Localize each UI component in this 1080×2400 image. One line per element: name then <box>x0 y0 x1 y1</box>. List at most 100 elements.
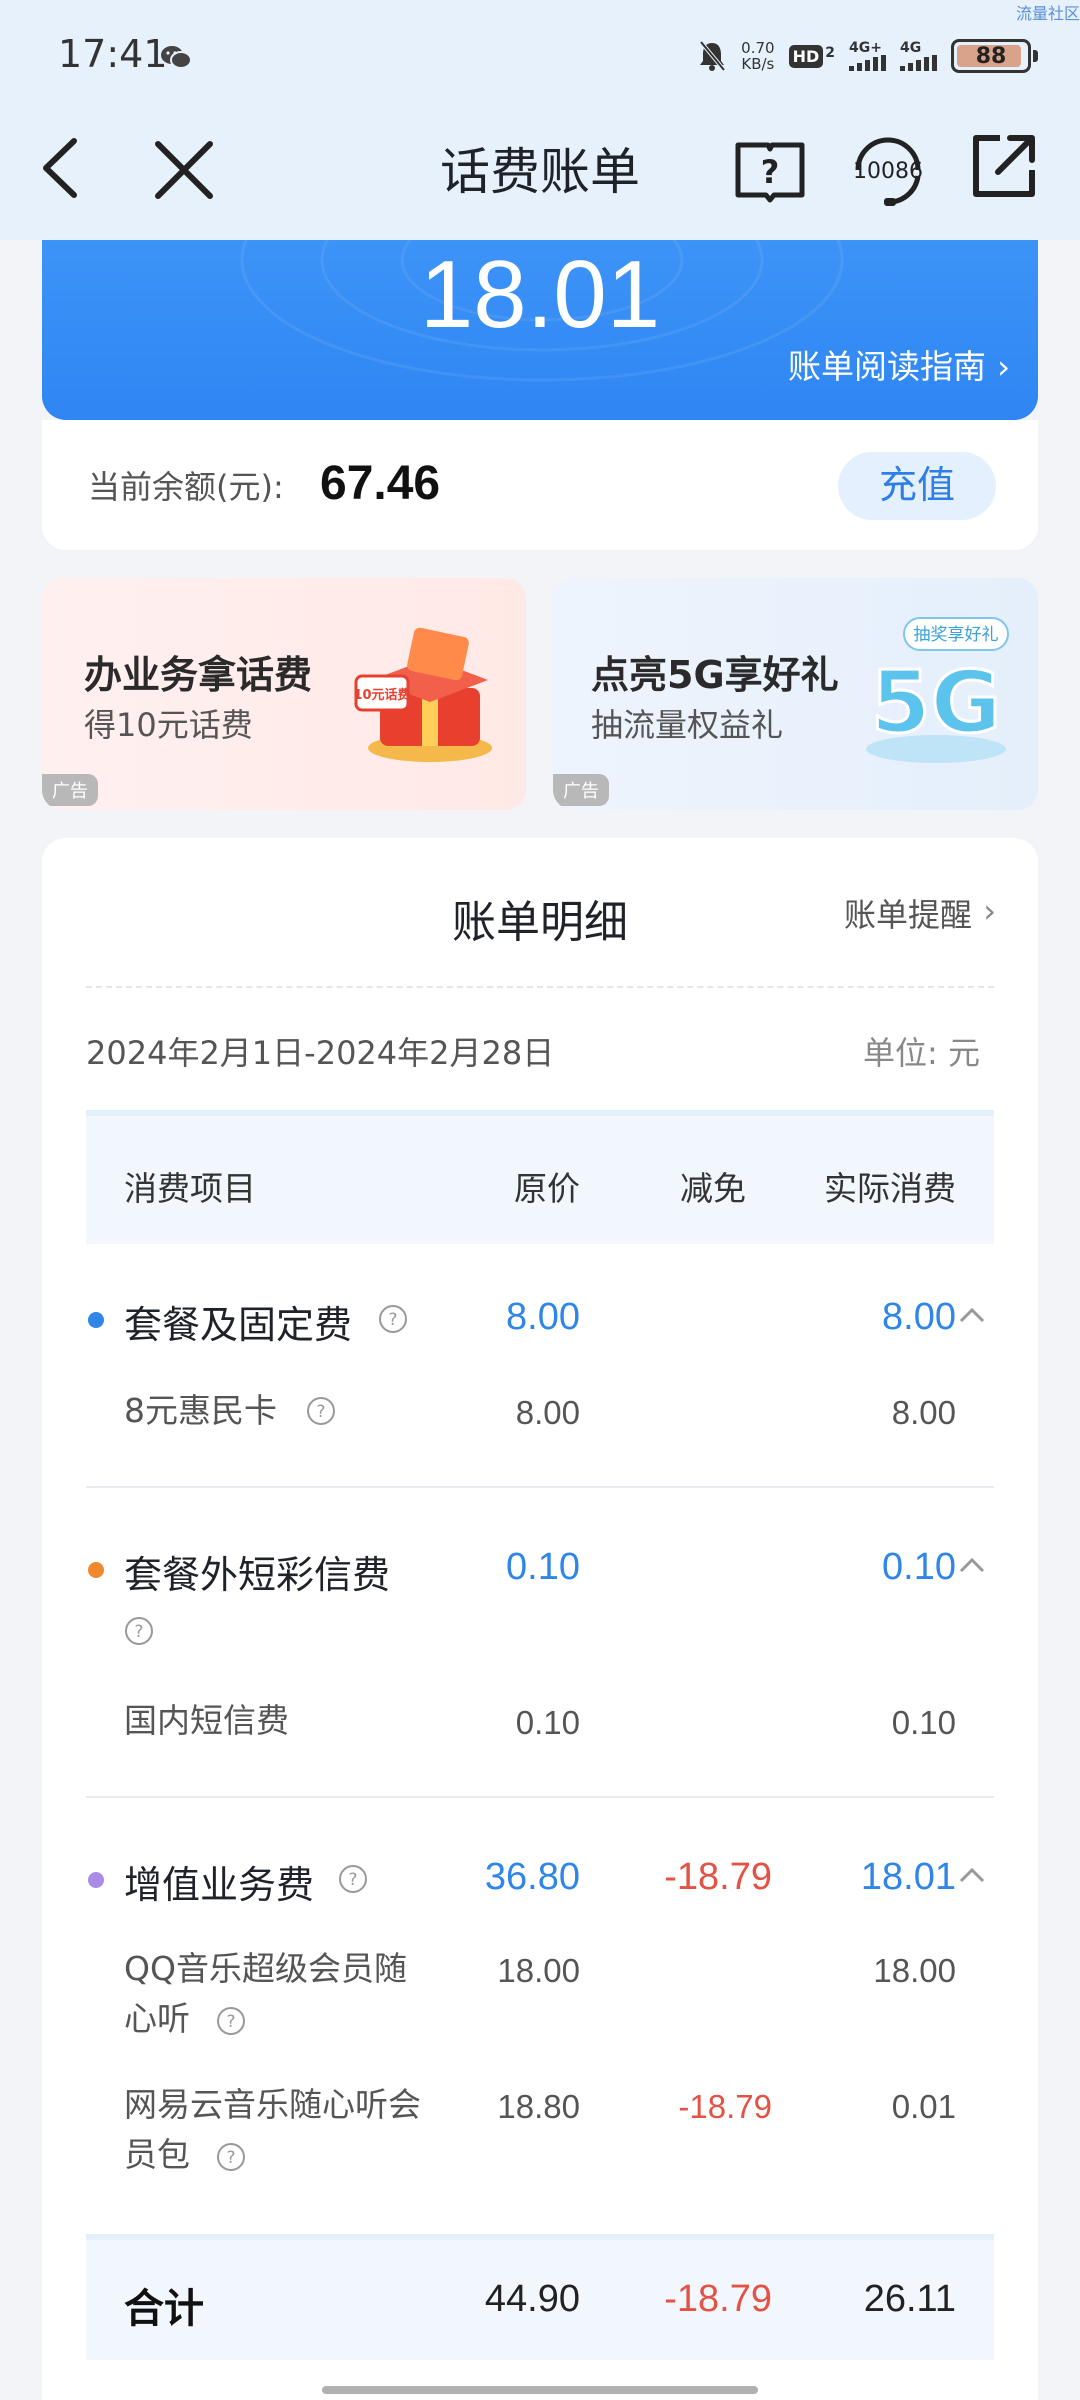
5g-badge-icon: 抽奖享好礼 5G <box>866 617 1009 763</box>
help-icon[interactable]: ? <box>124 1616 154 1646</box>
net-speed-value: 0.70 <box>741 39 775 57</box>
status-bar: 17:41 0.70 KB/s HD 2 4G+ 4G 88 <box>0 0 1080 115</box>
share-icon[interactable] <box>970 132 1038 200</box>
bill-detail-card: 账单明细 账单提醒 › 2024年2月1日-2024年2月28日 单位: 元 消… <box>42 838 1038 2400</box>
item-original: 8.00 <box>515 1394 580 1431</box>
signal-1: 4G+ <box>849 41 886 71</box>
group-dot <box>88 1562 104 1578</box>
net-speed: 0.70 KB/s <box>741 40 774 72</box>
svg-text:?: ? <box>226 2012 235 2032</box>
gift-box-icon: 10元话费 <box>353 627 492 762</box>
bill-remind-link[interactable]: 账单提醒 <box>844 890 972 936</box>
help-icon[interactable]: ? <box>306 1396 336 1426</box>
item-name: QQ音乐超级会员随 心听 <box>124 1944 407 2044</box>
ad-tag: 广告 <box>553 774 609 806</box>
total-actual: 26.11 <box>863 2278 956 2320</box>
svg-text:?: ? <box>761 153 780 191</box>
item-actual: 8.00 <box>891 1394 956 1431</box>
row-divider <box>86 1796 994 1798</box>
group-original: 0.10 <box>506 1546 580 1588</box>
group-original: 8.00 <box>506 1296 580 1338</box>
balance-card: 当前余额(元): 67.46 充值 <box>42 420 1038 550</box>
item-original: 0.10 <box>515 1704 580 1741</box>
table-header: 消费项目 原价 减免 实际消费 <box>86 1110 994 1244</box>
mute-bell-icon <box>699 40 726 72</box>
battery-icon: 88 <box>951 39 1031 73</box>
ad-5g-mark: 5G <box>871 653 1001 753</box>
bill-amount: 18.01 <box>419 241 661 348</box>
group-actual: 0.10 <box>882 1546 956 1588</box>
item-name-line: 网易云音乐随心听会 <box>124 2085 421 2124</box>
svg-text:?: ? <box>348 1870 357 1890</box>
battery-tip <box>1033 50 1038 62</box>
top-bar: 流量社区 17:41 0.70 KB/s HD 2 4G+ 4G 88 话费账单… <box>0 0 1080 240</box>
net-speed-unit: KB/s <box>741 55 775 73</box>
help-book-icon[interactable]: ? <box>734 137 806 203</box>
balance-label: 当前余额(元): <box>88 468 284 506</box>
svg-text:?: ? <box>316 1402 325 1422</box>
help-icon[interactable]: ? <box>216 2006 246 2036</box>
help-icon[interactable]: ? <box>338 1864 368 1894</box>
total-row: 合计 44.90 -18.79 26.11 <box>86 2234 994 2360</box>
item-name: 8元惠民卡 <box>124 1391 277 1430</box>
hd-indicator: HD 2 <box>788 44 835 68</box>
billing-period: 2024年2月1日-2024年2月28日 <box>86 1034 555 1072</box>
ad-tag: 广告 <box>42 774 98 806</box>
battery-level: 88 <box>975 43 1007 69</box>
group-name: 增值业务费 <box>124 1863 315 1907</box>
ad-subtitle: 得10元话费 <box>84 706 253 744</box>
signal-bars-icon <box>849 55 886 71</box>
signal-2: 4G <box>900 41 937 71</box>
column-header: 消费项目 <box>124 1169 256 1208</box>
svg-text:?: ? <box>134 1622 143 1642</box>
help-icon[interactable]: ? <box>216 2142 246 2172</box>
item-name-line: 心听 <box>124 1999 190 2038</box>
wechat-icon <box>161 46 192 69</box>
ad-banner-business[interactable]: 办业务拿话费 得10元话费 10元话费 广告 <box>42 578 526 810</box>
bill-guide-link[interactable]: 账单阅读指南 <box>788 340 986 388</box>
ad-subtitle: 抽流量权益礼 <box>591 706 784 744</box>
chevron-up-icon[interactable] <box>958 1556 986 1574</box>
currency-unit: 单位: 元 <box>863 1034 980 1072</box>
recharge-button[interactable]: 充值 <box>838 452 996 520</box>
item-original: 18.00 <box>497 1952 580 1989</box>
group-dot <box>88 1872 104 1888</box>
item-name-line: QQ音乐超级会员随 <box>124 1949 407 1988</box>
dashed-divider <box>86 986 994 988</box>
chevron-right-icon[interactable]: › <box>983 892 996 930</box>
column-header: 原价 <box>514 1169 580 1208</box>
hd-sub: 2 <box>825 44 835 61</box>
group-dot <box>88 1312 104 1328</box>
group-name: 套餐外短彩信费 <box>124 1553 391 1597</box>
service-number: 10086 <box>853 159 923 184</box>
svg-text:?: ? <box>226 2148 235 2168</box>
balance-value: 67.46 <box>320 457 441 510</box>
ad-banner-5g[interactable]: 点亮5G享好礼 抽流量权益礼 抽奖享好礼 5G 广告 <box>553 578 1038 810</box>
item-name-line: 员包 <box>124 2135 190 2174</box>
chevron-right-icon[interactable]: › <box>997 348 1010 386</box>
customer-service-icon[interactable]: 10086 <box>848 130 928 210</box>
signal-1-label: 4G+ <box>849 40 882 56</box>
ad-title: 办业务拿话费 <box>84 653 313 697</box>
home-indicator[interactable] <box>322 2386 758 2394</box>
column-header: 实际消费 <box>824 1169 956 1208</box>
item-actual: 18.00 <box>873 1952 956 1989</box>
item-name: 国内短信费 <box>124 1701 289 1740</box>
hd-badge: HD <box>788 44 824 68</box>
column-header: 减免 <box>680 1169 746 1208</box>
signal-bars-icon <box>900 55 937 71</box>
group-actual: 8.00 <box>882 1296 956 1338</box>
total-label: 合计 <box>124 2286 204 2332</box>
item-name: 网易云音乐随心听会 员包 <box>124 2080 421 2180</box>
status-time: 17:41 <box>58 32 168 76</box>
ad-5g-badge: 抽奖享好礼 <box>914 625 999 645</box>
status-indicators: 0.70 KB/s HD 2 4G+ 4G 88 <box>697 34 1038 78</box>
row-divider <box>86 1486 994 1488</box>
chevron-up-icon[interactable] <box>958 1306 986 1324</box>
group-actual: 18.01 <box>860 1856 956 1898</box>
ad-gift-badge: 10元话费 <box>353 687 410 703</box>
chevron-up-icon[interactable] <box>958 1866 986 1884</box>
signal-2-label: 4G <box>900 40 922 56</box>
item-actual: 0.10 <box>891 1704 956 1741</box>
item-actual: 0.01 <box>891 2088 956 2125</box>
